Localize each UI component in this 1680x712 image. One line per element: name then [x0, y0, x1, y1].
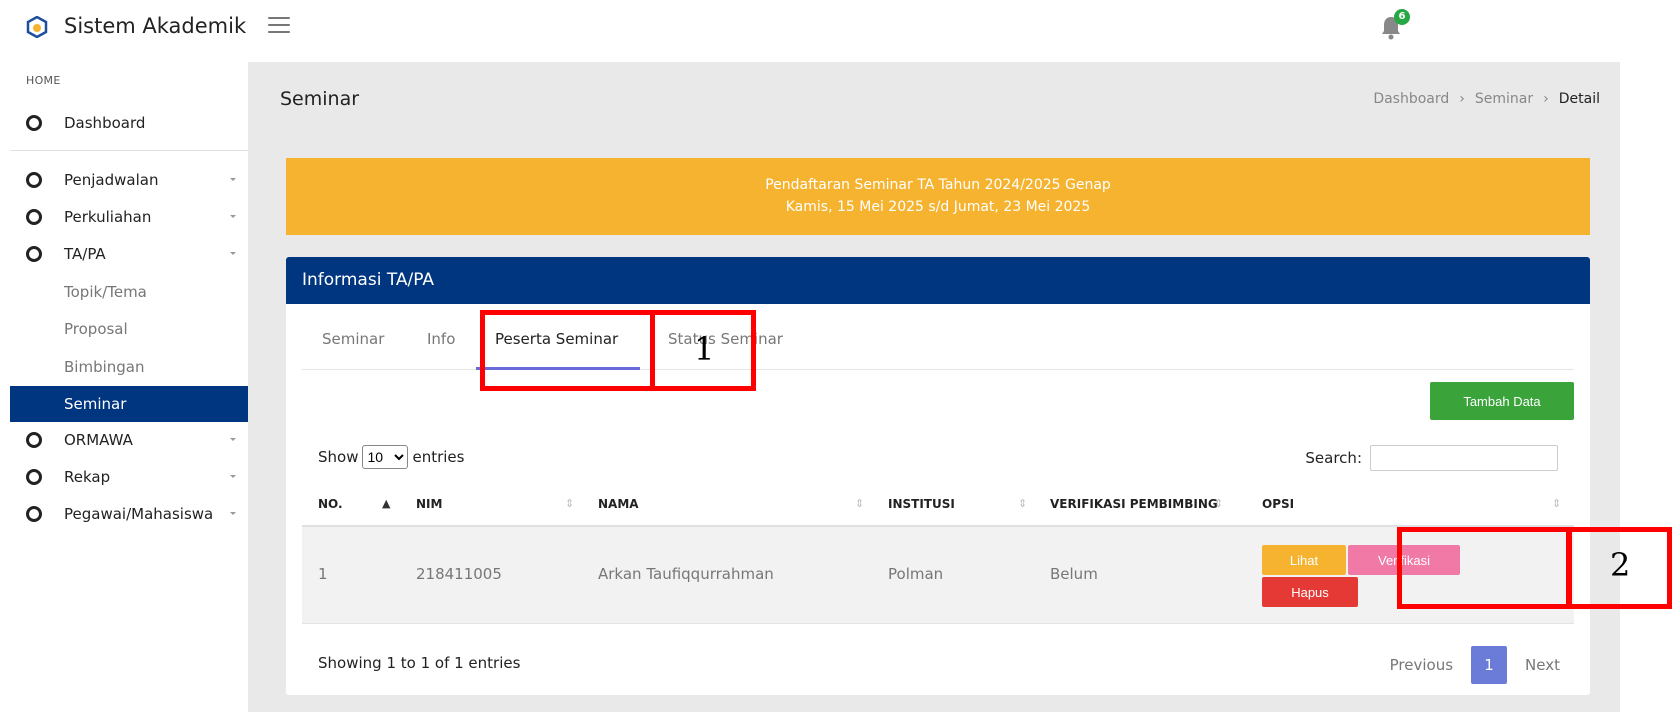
annotation-box-peserta-tab — [480, 310, 655, 391]
column-header-verifikasi[interactable]: VERIFIKASI PEMBIMBING — [1050, 497, 1218, 511]
sort-icon[interactable]: ⇕ — [1018, 497, 1027, 510]
app-title: Sistem Akademik — [64, 14, 247, 38]
sidebar-divider — [10, 150, 248, 151]
notification-badge: 6 — [1394, 9, 1410, 25]
show-label: Show — [318, 448, 359, 466]
main-content: Seminar Dashboard › Seminar › Detail Pen… — [248, 62, 1620, 712]
table-header: NO. ▲ NIM ⇕ NAMA ⇕ INSTITUSI ⇕ VERIFIKAS… — [302, 485, 1574, 527]
search-control: Search: — [1305, 445, 1558, 471]
cell-institusi: Polman — [888, 565, 944, 583]
page-length-select[interactable]: 10 — [362, 445, 409, 469]
pagination: Previous 1 Next — [1390, 646, 1560, 684]
breadcrumb-item-detail: Detail — [1558, 91, 1600, 107]
caret-down-icon — [230, 215, 236, 218]
tab-seminar[interactable]: Seminar — [322, 329, 384, 369]
entries-label: entries — [412, 448, 465, 466]
sidebar-item-label: Dashboard — [64, 114, 146, 132]
sidebar-item-label: Perkuliahan — [64, 208, 152, 226]
banner-line-1: Pendaftaran Seminar TA Tahun 2024/2025 G… — [765, 177, 1111, 193]
circle-icon — [26, 246, 42, 262]
banner-line-2: Kamis, 15 Mei 2025 s/d Jumat, 23 Mei 202… — [785, 199, 1091, 215]
circle-icon — [26, 172, 42, 188]
circle-icon — [26, 432, 42, 448]
breadcrumb-item-seminar[interactable]: Seminar — [1475, 91, 1533, 107]
table-row: 1 218411005 Arkan Taufiqqurrahman Polman… — [302, 527, 1574, 624]
registration-banner: Pendaftaran Seminar TA Tahun 2024/2025 G… — [286, 158, 1590, 235]
table-info: Showing 1 to 1 of 1 entries — [318, 654, 521, 672]
sidebar-item-tapa[interactable]: TA/PA — [10, 237, 248, 271]
column-header-institusi[interactable]: INSTITUSI — [888, 497, 955, 511]
view-button[interactable]: Lihat — [1262, 545, 1346, 575]
app-logo-icon — [26, 16, 48, 38]
sidebar-subitem-proposal[interactable]: Proposal — [10, 311, 248, 347]
circle-icon — [26, 209, 42, 225]
cell-nim: 218411005 — [416, 565, 502, 583]
column-header-nim[interactable]: NIM — [416, 497, 442, 511]
column-header-nama[interactable]: NAMA — [598, 497, 639, 511]
sort-icon[interactable]: ⇕ — [855, 497, 864, 510]
sidebar-subitem-topik[interactable]: Topik/Tema — [10, 274, 248, 310]
chevron-right-icon: › — [1543, 91, 1549, 107]
caret-down-icon — [230, 438, 236, 441]
search-label: Search: — [1305, 449, 1362, 467]
cell-no: 1 — [318, 565, 328, 583]
sort-icon[interactable]: ⇕ — [565, 497, 574, 510]
top-bar: Sistem Akademik 6 — [0, 0, 1620, 62]
caret-down-icon — [230, 475, 236, 478]
hamburger-menu-icon[interactable] — [268, 17, 290, 35]
sidebar-item-pegawai-mahasiswa[interactable]: Pegawai/Mahasiswa — [10, 497, 248, 531]
sidebar: HOME Dashboard Penjadwalan Perkuliahan T… — [0, 62, 248, 712]
sort-icon[interactable]: ⇕ — [1552, 497, 1561, 510]
cell-verifikasi: Belum — [1050, 565, 1098, 583]
caret-down-icon — [230, 252, 236, 255]
sort-icon[interactable]: ⇕ — [1214, 497, 1223, 510]
page-length-control: Show 10 entries — [318, 445, 464, 469]
circle-icon — [26, 506, 42, 522]
caret-down-icon — [230, 178, 236, 181]
pagination-page-1[interactable]: 1 — [1471, 646, 1508, 684]
annotation-box-verify — [1397, 527, 1572, 609]
circle-icon — [26, 115, 42, 131]
sidebar-subitem-seminar[interactable]: Seminar — [10, 386, 248, 422]
sidebar-subitem-bimbingan[interactable]: Bimbingan — [10, 349, 248, 385]
pagination-previous[interactable]: Previous — [1390, 656, 1453, 674]
sidebar-section-label: HOME — [26, 74, 61, 87]
sort-asc-icon[interactable]: ▲ — [382, 497, 390, 510]
sidebar-item-dashboard[interactable]: Dashboard — [10, 106, 248, 140]
annotation-label-2: 2 — [1610, 546, 1631, 584]
sidebar-item-perkuliahan[interactable]: Perkuliahan — [10, 200, 248, 234]
sidebar-item-label: Penjadwalan — [64, 171, 159, 189]
page-title: Seminar — [280, 88, 360, 110]
tab-info[interactable]: Info — [427, 329, 455, 369]
breadcrumb-item-dashboard[interactable]: Dashboard — [1373, 91, 1449, 107]
add-data-button[interactable]: Tambah Data — [1430, 382, 1574, 420]
sidebar-item-label: Rekap — [64, 468, 111, 486]
delete-button[interactable]: Hapus — [1262, 577, 1358, 607]
sidebar-item-penjadwalan[interactable]: Penjadwalan — [10, 163, 248, 197]
column-header-no[interactable]: NO. — [318, 497, 343, 511]
chevron-right-icon: › — [1459, 91, 1465, 107]
sidebar-item-label: Pegawai/Mahasiswa — [64, 505, 214, 523]
breadcrumb: Dashboard › Seminar › Detail — [1373, 91, 1600, 107]
card-title: Informasi TA/PA — [286, 257, 1590, 304]
column-header-opsi[interactable]: OPSI — [1262, 497, 1294, 511]
circle-icon — [26, 469, 42, 485]
annotation-label-1: 1 — [694, 330, 715, 368]
sidebar-item-rekap[interactable]: Rekap — [10, 460, 248, 494]
sidebar-item-label: ORMAWA — [64, 431, 133, 449]
cell-nama: Arkan Taufiqqurrahman — [598, 565, 774, 583]
sidebar-item-label: TA/PA — [64, 245, 106, 263]
search-input[interactable] — [1370, 445, 1558, 471]
pagination-next[interactable]: Next — [1525, 656, 1560, 674]
caret-down-icon — [230, 512, 236, 515]
sidebar-item-ormawa[interactable]: ORMAWA — [10, 423, 248, 457]
